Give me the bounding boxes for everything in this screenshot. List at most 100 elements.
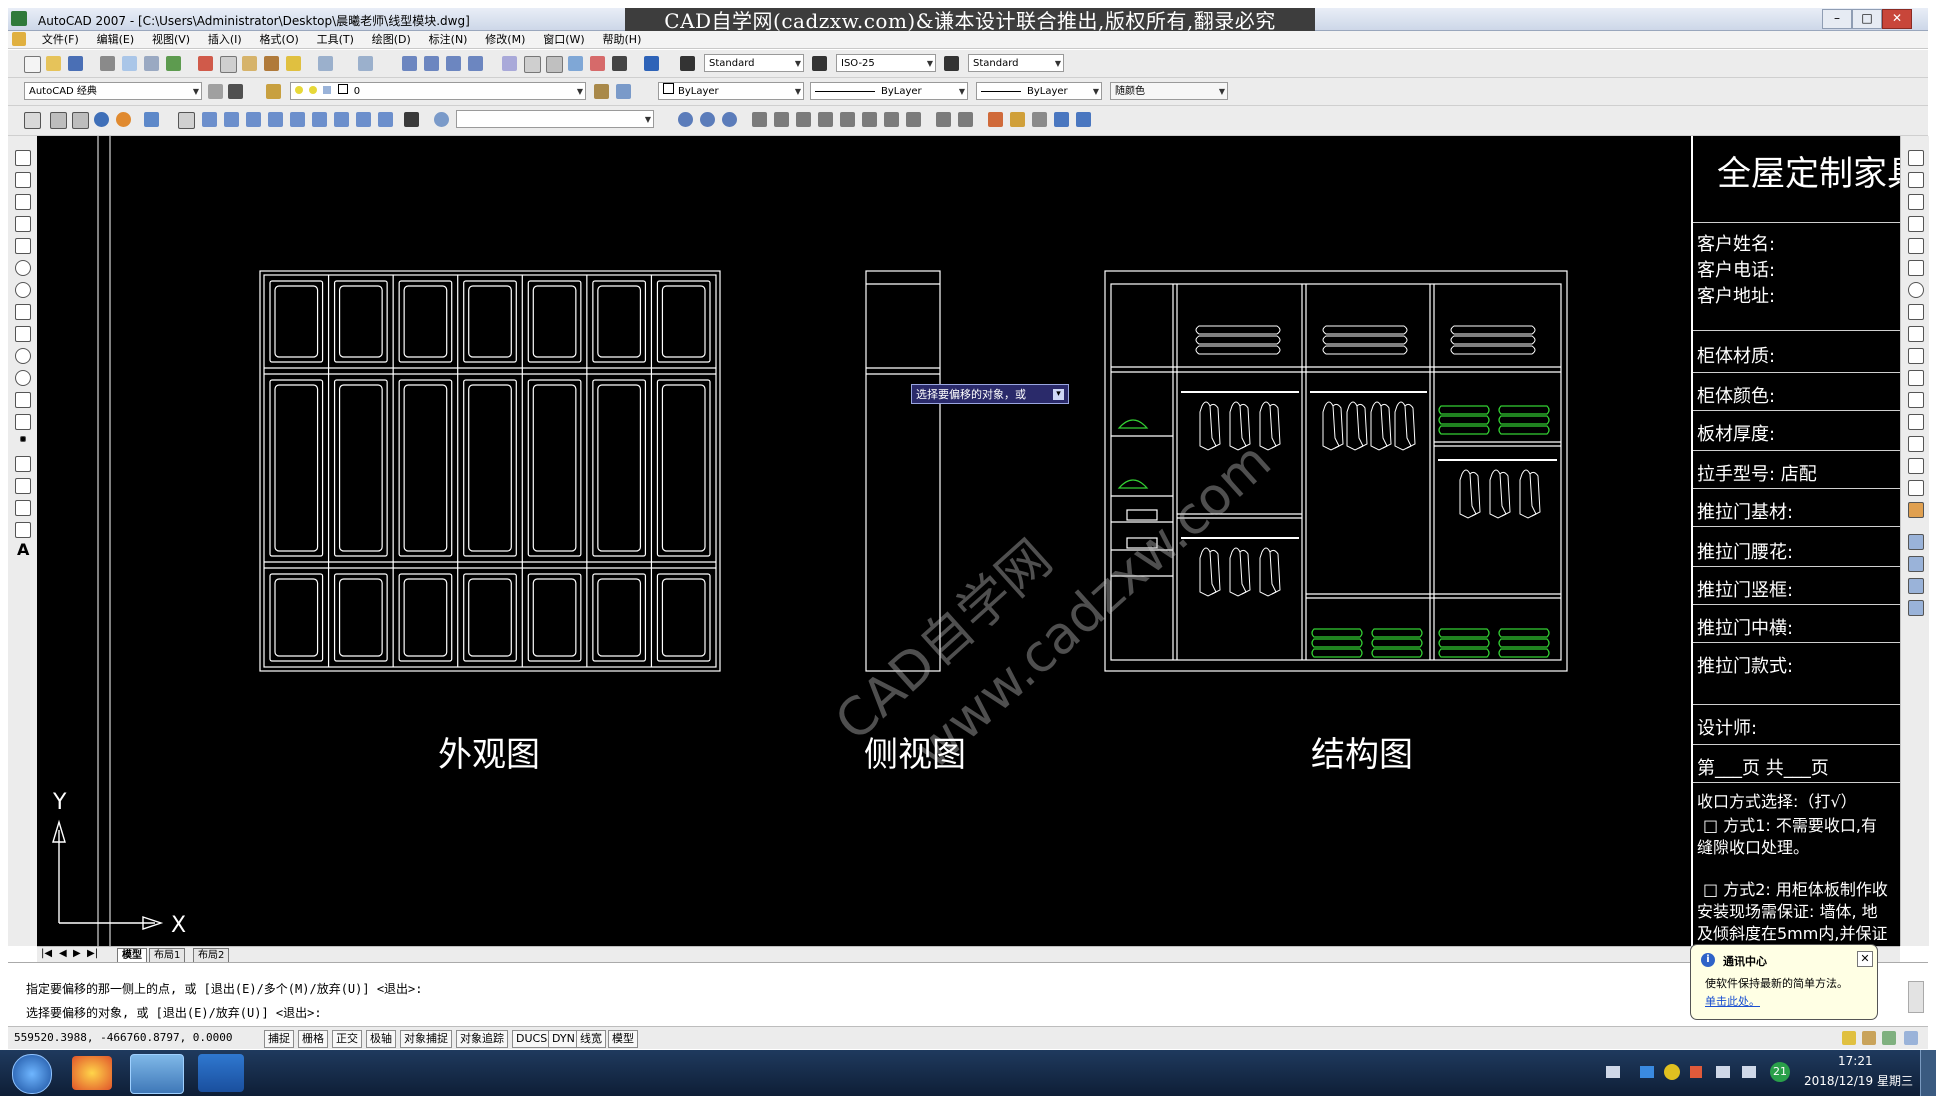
- rectangle-icon[interactable]: [15, 238, 31, 254]
- new-icon[interactable]: [24, 56, 41, 73]
- maximize-button[interactable]: □: [1852, 9, 1882, 29]
- undo-icon[interactable]: [318, 56, 333, 71]
- properties-icon[interactable]: [502, 56, 517, 71]
- close-button[interactable]: ✕: [1882, 9, 1912, 29]
- save-icon[interactable]: [68, 56, 83, 71]
- show-desktop-button[interactable]: [1920, 1050, 1936, 1096]
- offset-faces-icon[interactable]: [818, 112, 833, 127]
- balloon-link[interactable]: 单击此处。: [1705, 993, 1760, 1009]
- block-editor-icon[interactable]: [286, 56, 301, 71]
- shade-icon[interactable]: [1054, 112, 1069, 127]
- clean-icon[interactable]: [958, 112, 973, 127]
- erase-icon[interactable]: [1908, 150, 1924, 166]
- plotstyle-select[interactable]: 随颜色 ▼: [1110, 82, 1228, 100]
- color-select[interactable]: ByLayer ▼: [658, 82, 804, 100]
- redo-icon[interactable]: [358, 56, 373, 71]
- make-layer-current-icon[interactable]: [594, 84, 609, 99]
- join-icon[interactable]: [1908, 436, 1924, 452]
- dyn-button[interactable]: DYN: [548, 1030, 579, 1048]
- fillet-icon[interactable]: [1908, 480, 1924, 496]
- view-ne-iso-icon[interactable]: [356, 112, 371, 127]
- sphere-icon[interactable]: [94, 112, 109, 127]
- lock-toolbar-icon[interactable]: [1862, 1031, 1876, 1045]
- layer-previous-icon[interactable]: [616, 84, 631, 99]
- stretch-icon[interactable]: [1908, 326, 1924, 342]
- dropdown-arrow-icon[interactable]: ▾: [1053, 389, 1064, 400]
- sheet-set-icon[interactable]: [568, 56, 583, 71]
- help-icon[interactable]: [644, 56, 659, 71]
- publish-icon[interactable]: [144, 56, 159, 71]
- tool-palettes-icon[interactable]: [546, 56, 563, 73]
- view-nw-iso-icon[interactable]: [378, 112, 393, 127]
- linetype-select[interactable]: ByLayer ▼: [810, 82, 968, 100]
- box-icon[interactable]: [50, 112, 67, 129]
- clean-screen-icon[interactable]: [1904, 1031, 1918, 1045]
- mirror-icon[interactable]: [1908, 194, 1924, 210]
- ortho-button[interactable]: 正交: [332, 1030, 362, 1048]
- tab-layout2[interactable]: 布局2: [193, 948, 230, 963]
- print-icon[interactable]: [100, 56, 115, 71]
- copy-icon[interactable]: [220, 56, 237, 73]
- document-icon[interactable]: [12, 32, 26, 46]
- tray-settings-icon[interactable]: [1882, 1031, 1896, 1045]
- materials-icon[interactable]: [144, 112, 159, 127]
- hatch-icon[interactable]: [15, 456, 31, 472]
- circle-icon[interactable]: [15, 282, 31, 298]
- send-back-icon[interactable]: [1908, 578, 1924, 594]
- command-prompt-line[interactable]: 选择要偏移的对象, 或 [退出(E)/放弃(U)] <退出>:: [26, 1004, 322, 1021]
- view-back-icon[interactable]: [290, 112, 305, 127]
- design-center-icon[interactable]: [524, 56, 541, 73]
- ellipse-icon[interactable]: [15, 348, 31, 364]
- view-left-icon[interactable]: [224, 112, 239, 127]
- region-icon[interactable]: [15, 500, 31, 516]
- menu-format[interactable]: 格式(O): [260, 31, 299, 48]
- construction-line-icon[interactable]: [15, 172, 31, 188]
- sun-icon[interactable]: [1010, 112, 1025, 127]
- move-faces-icon[interactable]: [796, 112, 811, 127]
- tab-nav-last-icon[interactable]: ▶|: [87, 948, 98, 959]
- view-right-icon[interactable]: [246, 112, 261, 127]
- menu-view[interactable]: 视图(V): [152, 31, 190, 48]
- free-orbit-icon[interactable]: [700, 112, 715, 127]
- display-icon[interactable]: [1742, 1066, 1756, 1078]
- offset-icon[interactable]: [1908, 216, 1924, 232]
- visual-style-icon[interactable]: [1032, 112, 1047, 127]
- line-icon[interactable]: [15, 150, 31, 166]
- extend-icon[interactable]: [1908, 370, 1924, 386]
- osnap-button[interactable]: 对象捕捉: [400, 1030, 452, 1048]
- menu-edit[interactable]: 编辑(E): [97, 31, 135, 48]
- keyboard-icon[interactable]: [1606, 1066, 1620, 1078]
- camera-icon[interactable]: [404, 112, 419, 127]
- command-window[interactable]: 指定要偏移的那一侧上的点, 或 [退出(E)/多个(M)/放弃(U)] <退出>…: [8, 962, 1928, 1027]
- tray-app-icon[interactable]: [1664, 1064, 1680, 1080]
- copy-faces-icon[interactable]: [906, 112, 921, 127]
- chamfer-icon[interactable]: [1908, 458, 1924, 474]
- move-icon[interactable]: [1908, 260, 1924, 276]
- draw-order-icon[interactable]: [1908, 534, 1924, 550]
- publish-web-icon[interactable]: [166, 56, 181, 71]
- text-style-select[interactable]: Standard ▼: [704, 54, 804, 72]
- light-icon[interactable]: [988, 112, 1003, 127]
- zoom-previous-icon[interactable]: [468, 56, 483, 71]
- table-style-select[interactable]: Standard ▼: [968, 54, 1064, 72]
- polyline-icon[interactable]: [15, 194, 31, 210]
- solid-edit-icon[interactable]: [752, 112, 767, 127]
- copy-object-icon[interactable]: [1908, 172, 1924, 188]
- lineweight-select[interactable]: ByLayer ▼: [976, 82, 1102, 100]
- taper-faces-icon[interactable]: [884, 112, 899, 127]
- insert-block-icon[interactable]: [15, 392, 31, 408]
- view-front-icon[interactable]: [268, 112, 283, 127]
- bring-above-icon[interactable]: [1908, 600, 1924, 616]
- polar-button[interactable]: 极轴: [366, 1030, 396, 1048]
- trim-icon[interactable]: [1908, 348, 1924, 364]
- view-bottom-icon[interactable]: [202, 112, 217, 127]
- tab-layout1[interactable]: 布局1: [149, 948, 186, 963]
- notification-balloon[interactable]: i 通讯中心 ✕ 使软件保持最新的简单方法。 单击此处。: [1690, 944, 1878, 1020]
- wedge-icon[interactable]: [72, 112, 89, 129]
- menu-modify[interactable]: 修改(M): [485, 31, 525, 48]
- ducs-button[interactable]: DUCS: [512, 1030, 552, 1048]
- text-style-icon[interactable]: [680, 56, 695, 71]
- layer-select[interactable]: 0 ▼: [290, 82, 586, 100]
- taskbar-recorder-button[interactable]: [198, 1054, 244, 1092]
- command-scrollbar[interactable]: [1908, 981, 1924, 1013]
